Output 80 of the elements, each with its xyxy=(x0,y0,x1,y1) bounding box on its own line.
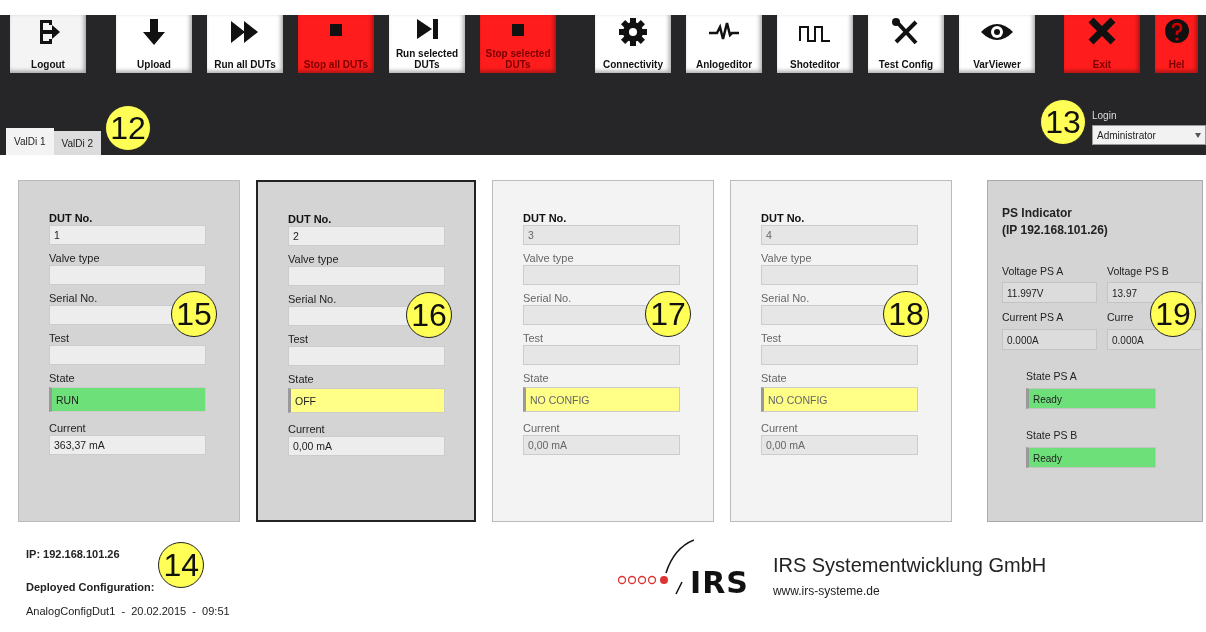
callout-tooltip: 15 xyxy=(171,291,217,337)
reading-label: Curre xyxy=(1107,310,1134,326)
reading-value: 11.997V xyxy=(1002,282,1097,304)
state-indicator: Ready xyxy=(1026,446,1156,468)
field-label: State xyxy=(288,372,315,384)
config-info: AnalogConfigDut1 - 20.02.2015 - 09:51 xyxy=(26,604,231,619)
field-label: Current xyxy=(523,421,561,433)
toolbar-button[interactable]: VarViewer xyxy=(959,15,1035,73)
toolbar-button[interactable]: Test Config xyxy=(868,15,944,73)
state-label: State PS A xyxy=(1026,369,1077,385)
field-label: DUT No. xyxy=(761,211,806,223)
field-label: State xyxy=(49,371,76,383)
panel-title: PS Indicator xyxy=(1002,205,1073,222)
input-field[interactable]: 0,00 mA xyxy=(288,436,445,456)
panel-subtitle: (IP 192.168.101.26) xyxy=(1002,221,1109,239)
dut-panel[interactable]: DUT No. 2 Valve type Serial No. Test State OFF Current 0,00 mA 16 xyxy=(256,180,476,522)
toolbar-button[interactable]: Anlogeditor xyxy=(686,15,762,73)
state-label: State PS B xyxy=(1026,427,1078,443)
company-name: IRS Systementwicklung GmbH xyxy=(772,553,1047,578)
tab[interactable]: ValDi 1 xyxy=(6,128,54,155)
field-label: DUT No. xyxy=(288,212,333,224)
field-label: Valve type xyxy=(49,251,101,263)
reading-label: Voltage PS A xyxy=(1002,263,1064,279)
reading-label: Voltage PS B xyxy=(1107,263,1169,279)
callout-marker: 14 xyxy=(158,542,205,588)
state-indicator: NO CONFIG xyxy=(523,387,680,412)
callout-tooltip: 16 xyxy=(406,292,452,338)
deployed-config-label: Deployed Configuration: xyxy=(26,579,155,595)
callout-tooltip: 18 xyxy=(883,291,929,337)
callout-marker: 13 xyxy=(1040,99,1086,145)
input-field[interactable] xyxy=(49,345,206,365)
field-label: Test xyxy=(523,331,545,343)
dut-panel[interactable]: DUT No. 1 Valve type Serial No. Test State RUN Current 363,37 mA 15 xyxy=(18,180,240,522)
reading-label: Current PS A xyxy=(1002,310,1064,326)
field-label: Test xyxy=(761,331,783,343)
input-field[interactable]: 1 xyxy=(49,225,206,245)
toolbar-button[interactable]: Run all DUTs xyxy=(207,15,283,73)
state-indicator: NO CONFIG xyxy=(761,387,918,412)
field-label: Serial No. xyxy=(523,291,573,303)
field-label: Serial No. xyxy=(288,292,338,304)
field-label: Serial No. xyxy=(49,291,99,303)
logo-text: IRS xyxy=(690,568,749,598)
field-label: DUT No. xyxy=(49,211,94,223)
field-label: Valve type xyxy=(761,251,813,263)
stop-icon xyxy=(512,24,524,36)
field-label: Valve type xyxy=(523,251,575,263)
toolbar-button[interactable]: Run selected DUTs xyxy=(389,15,465,73)
input-field[interactable] xyxy=(288,346,445,366)
website-link[interactable]: www.irs-systeme.de xyxy=(772,582,1047,600)
login-dropdown[interactable]: Administrator xyxy=(1092,125,1206,145)
field-label: Current xyxy=(288,422,326,434)
callout-tooltip: 17 xyxy=(645,291,691,337)
field-label: DUT No. xyxy=(523,211,568,223)
input-field[interactable] xyxy=(288,266,445,286)
field-label: Current xyxy=(49,421,87,433)
field-label: State xyxy=(523,371,550,383)
caret-icon xyxy=(1195,132,1201,138)
field-label: Test xyxy=(288,332,310,344)
input-field[interactable]: 363,37 mA xyxy=(49,435,206,455)
state-indicator: OFF xyxy=(288,388,445,413)
input-field[interactable]: 2 xyxy=(288,226,445,246)
toolbar-button[interactable]: Shoteditor xyxy=(777,15,853,73)
settings-icon xyxy=(616,17,650,47)
field-label: Valve type xyxy=(288,252,340,264)
tab[interactable]: ValDi 2 xyxy=(53,131,101,155)
state-indicator: Ready xyxy=(1026,387,1156,409)
state-indicator: RUN xyxy=(49,387,206,412)
callout-marker: 12 xyxy=(105,105,151,151)
field-label: Test xyxy=(49,331,71,343)
toolbar-button[interactable]: Connectivity xyxy=(595,15,671,73)
reading-value: 0.000A xyxy=(1002,329,1097,351)
field-label: State xyxy=(761,371,788,383)
field-label: Current xyxy=(761,421,799,433)
input-field[interactable] xyxy=(49,265,206,285)
login-label: Login xyxy=(1092,109,1118,123)
field-label: Serial No. xyxy=(761,291,811,303)
toolbar-button[interactable]: Logout xyxy=(10,15,86,73)
stop-icon xyxy=(330,24,342,36)
toolbar-button[interactable]: Upload xyxy=(116,15,192,73)
ip-address: IP: 192.168.101.26 xyxy=(26,547,121,562)
